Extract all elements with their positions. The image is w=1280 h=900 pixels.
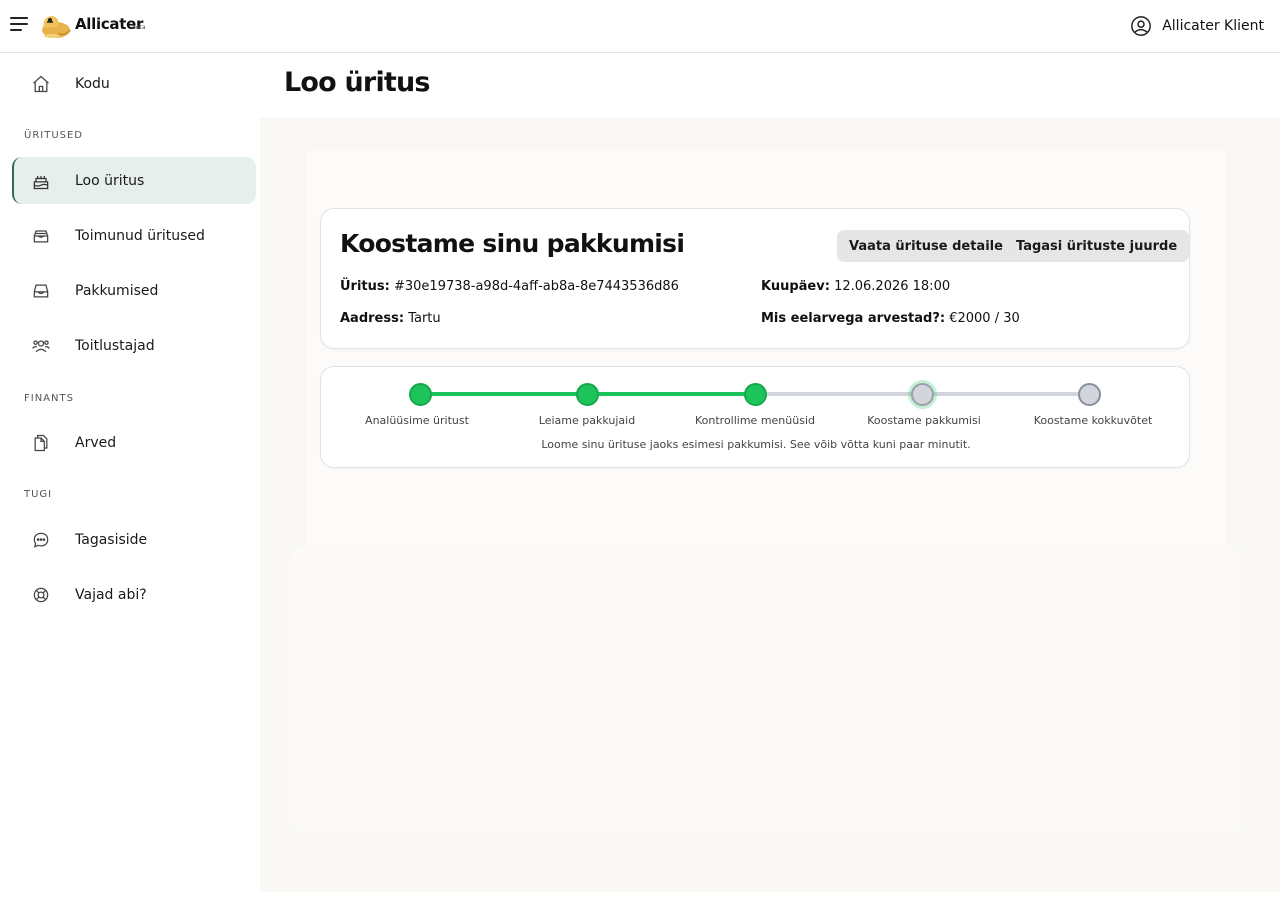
page-title: Loo üritus [284, 67, 431, 98]
home-icon [33, 75, 49, 93]
back-to-events-button[interactable]: Tagasi ürituste juurde [1004, 230, 1190, 262]
sidebar-item-label: Kodu [75, 75, 110, 92]
sidebar-item-label: Toimunud üritused [75, 227, 205, 244]
sidebar-item-label: Toitlustajad [75, 337, 155, 354]
event-budget-value: €2000 / 30 [949, 311, 1020, 326]
step-label-2: Leiame pakkujaid [538, 414, 636, 427]
content-panel-background [290, 548, 1240, 830]
event-id-label: Üritus: [340, 279, 390, 294]
beta-badge: beta [132, 24, 146, 31]
allicater-logo[interactable] [38, 10, 72, 40]
sidebar-item-label: Arved [75, 434, 117, 451]
sidebar-item-label: Pakkumised [75, 282, 159, 299]
event-address-label: Aadress: [340, 311, 405, 326]
inbox-icon [33, 284, 49, 298]
view-event-details-button[interactable]: Vaata ürituse detaile [837, 230, 1015, 262]
hamburger-menu-icon[interactable] [10, 14, 32, 34]
progress-status-message: Loome sinu ürituse jaoks esimesi pakkumi… [541, 438, 971, 451]
user-circle-icon [1131, 16, 1152, 36]
sidebar-item-caterers[interactable]: Toitlustajad [12, 322, 256, 369]
event-address-row: Aadress: Tartu [340, 311, 441, 326]
sidebar-item-past-events[interactable]: Toimunud üritused [12, 212, 256, 259]
event-address-value: Tartu [408, 311, 441, 326]
event-id-value: #30e19738-a98d-4aff-ab8a-8e7443536d86 [393, 279, 679, 294]
step-label-4: Koostame pakkumisi [867, 414, 981, 427]
step-dot-4 [911, 383, 934, 406]
inbox-stack-icon [33, 230, 49, 243]
event-date-row: Kuupäev: 12.06.2026 18:00 [761, 279, 950, 294]
event-summary-card: Koostame sinu pakkumisi Vaata ürituse de… [320, 208, 1190, 349]
sidebar-item-home[interactable]: Kodu [12, 60, 256, 107]
event-budget-row: Mis eelarvega arvestad?: €2000 / 30 [761, 311, 1020, 326]
sidebar-item-feedback[interactable]: Tagasiside [12, 516, 256, 563]
sidebar-item-offers[interactable]: Pakkumised [12, 267, 256, 314]
sidebar-item-label: Loo üritus [75, 172, 145, 189]
step-dot-3 [744, 383, 767, 406]
cake-icon [33, 176, 49, 190]
lifebuoy-icon [33, 587, 49, 603]
step-label-3: Kontrollime menüüsid [694, 414, 815, 427]
chat-icon [33, 532, 49, 548]
sidebar-item-help[interactable]: Vajad abi? [12, 571, 256, 618]
top-bar: Allicater beta Allicater Klient [0, 0, 1280, 53]
step-dot-5 [1078, 383, 1101, 406]
step-label-5: Koostame kokkuvõtet [1033, 414, 1153, 427]
user-name: Allicater Klient [1162, 18, 1264, 34]
user-menu[interactable]: Allicater Klient [1130, 14, 1264, 38]
event-date-label: Kuupäev: [761, 279, 830, 294]
progress-stepper-card: Analüüsime üritust Leiame pakkujaid Kont… [320, 366, 1190, 468]
event-budget-label: Mis eelarvega arvestad?: [761, 311, 946, 326]
step-dot-1 [409, 383, 432, 406]
step-dot-2 [576, 383, 599, 406]
sidebar-item-label: Vajad abi? [75, 586, 147, 603]
sidebar-item-invoices[interactable]: Arved [12, 419, 256, 466]
sidebar-item-label: Tagasiside [75, 531, 148, 548]
users-icon [32, 340, 50, 353]
section-header-finance: FINANTS [24, 393, 74, 404]
event-id-row: Üritus: #30e19738-a98d-4aff-ab8a-8e74435… [340, 279, 679, 294]
step-label-1: Analüüsime üritust [365, 414, 469, 427]
section-header-support: TUGI [24, 489, 53, 500]
documents-icon [34, 434, 48, 452]
section-header-events: ÜRITUSED [24, 130, 84, 141]
card-heading: Koostame sinu pakkumisi [340, 229, 685, 258]
sidebar-item-create-event[interactable]: Loo üritus [12, 157, 256, 204]
event-date-value: 12.06.2026 18:00 [834, 279, 951, 294]
sidebar: Kodu ÜRITUSED Loo üritus Toimunud üritus… [0, 53, 260, 900]
